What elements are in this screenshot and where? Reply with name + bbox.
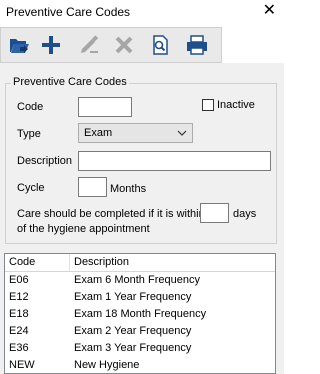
column-header-description[interactable]: Description [70, 254, 275, 271]
inactive-label: Inactive [217, 99, 255, 111]
type-select[interactable]: Exam [78, 123, 193, 143]
group-title: Preventive Care Codes [11, 76, 129, 88]
row-description: Exam 3 Year Frequency [74, 342, 192, 354]
care-within-label: Care should be completed if it is within [17, 208, 205, 220]
type-select-value: Exam [84, 127, 113, 139]
row-code: E12 [9, 291, 29, 303]
row-code: E36 [9, 342, 29, 354]
title-bar: Preventive Care Codes ✕ [0, 0, 284, 24]
cycle-field[interactable] [78, 177, 107, 197]
add-button[interactable] [37, 31, 65, 59]
preview-icon [153, 35, 168, 55]
list-header: Code Description [5, 254, 275, 272]
code-label: Code [17, 101, 44, 113]
chevron-down-icon [177, 125, 187, 144]
months-label: Months [110, 183, 147, 195]
row-description: Exam 2 Year Frequency [74, 325, 192, 337]
row-description: Exam 1 Year Frequency [74, 291, 192, 303]
row-code: E24 [9, 325, 29, 337]
type-label: Type [17, 128, 41, 140]
table-row[interactable]: E06 Exam 6 Month Frequency [5, 272, 275, 289]
column-header-code[interactable]: Code [5, 254, 70, 271]
code-field[interactable] [78, 97, 132, 117]
preview-button[interactable] [146, 31, 174, 59]
table-row[interactable]: NEW New Hygiene [5, 357, 275, 373]
print-icon [187, 35, 207, 55]
table-row[interactable]: E18 Exam 18 Month Frequency [5, 306, 275, 323]
row-description: Exam 18 Month Frequency [74, 308, 207, 320]
open-icon [10, 39, 29, 53]
delete-icon [115, 36, 133, 54]
table-row[interactable]: E24 Exam 2 Year Frequency [5, 323, 275, 340]
row-code: E06 [9, 274, 29, 286]
hygiene-appointment-label: of the hygiene appointment [17, 223, 150, 235]
close-icon[interactable]: ✕ [263, 2, 276, 20]
edit-button[interactable] [75, 31, 103, 59]
row-description: New Hygiene [74, 359, 140, 371]
print-button[interactable] [183, 31, 211, 59]
row-description: Exam 6 Month Frequency [74, 274, 200, 286]
row-code: E18 [9, 308, 29, 320]
open-button[interactable] [5, 31, 33, 59]
description-label: Description [17, 155, 73, 167]
toolbar [0, 27, 222, 63]
inactive-checkbox[interactable] [202, 99, 214, 111]
row-code: NEW [9, 359, 35, 371]
days-label: days [233, 208, 257, 220]
edit-icon [81, 35, 99, 53]
cycle-label: Cycle [17, 182, 45, 194]
description-field[interactable] [78, 151, 271, 171]
add-icon [42, 36, 60, 54]
days-field[interactable] [200, 203, 229, 223]
table-row[interactable]: E36 Exam 3 Year Frequency [5, 340, 275, 357]
care-codes-list[interactable]: Code Description E06 Exam 6 Month Freque… [4, 253, 276, 374]
window-title: Preventive Care Codes [6, 5, 131, 19]
table-row[interactable]: E12 Exam 1 Year Frequency [5, 289, 275, 306]
delete-button[interactable] [110, 31, 138, 59]
